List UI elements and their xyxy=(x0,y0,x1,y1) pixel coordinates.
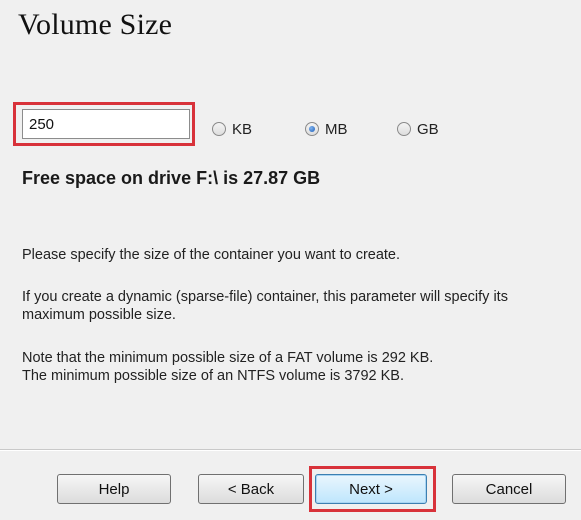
info-fat-minimum: Note that the minimum possible size of a… xyxy=(22,350,434,366)
radio-kb-label: KB xyxy=(232,120,253,138)
radio-gb-indicator[interactable] xyxy=(397,122,411,136)
cancel-button[interactable]: Cancel xyxy=(452,474,566,504)
info-minimum-sizes: Note that the minimum possible size of a… xyxy=(22,349,552,385)
unit-radio-group: KB MB GB xyxy=(0,118,581,142)
radio-mb-label: MB xyxy=(325,120,348,138)
radio-kb[interactable]: KB xyxy=(212,118,252,140)
info-dynamic-container: If you create a dynamic (sparse-file) co… xyxy=(22,289,508,323)
radio-kb-indicator[interactable] xyxy=(212,122,226,136)
radio-gb[interactable]: GB xyxy=(397,118,439,140)
next-button[interactable]: Next > xyxy=(315,474,427,504)
button-bar-divider xyxy=(0,449,581,450)
page-title: Volume Size xyxy=(18,8,173,41)
info-specify-size: Please specify the size of the container… xyxy=(22,247,401,263)
back-button[interactable]: < Back xyxy=(198,474,304,504)
radio-gb-label: GB xyxy=(417,120,439,138)
volume-size-page: Volume Size KB MB GB Free space on drive… xyxy=(0,0,581,520)
radio-mb-indicator[interactable] xyxy=(305,122,319,136)
radio-mb[interactable]: MB xyxy=(305,118,348,140)
help-button[interactable]: Help xyxy=(57,474,171,504)
info-ntfs-minimum: The minimum possible size of an NTFS vol… xyxy=(22,368,404,384)
free-space-text: Free space on drive F:\ is 27.87 GB xyxy=(22,168,321,188)
